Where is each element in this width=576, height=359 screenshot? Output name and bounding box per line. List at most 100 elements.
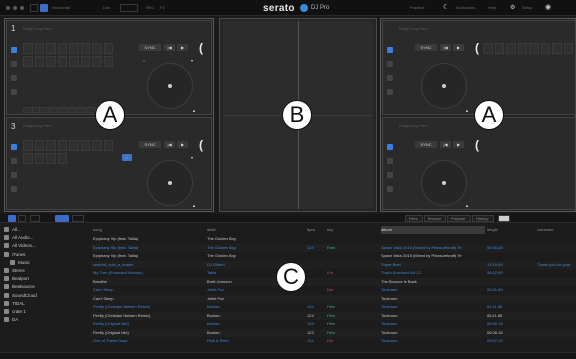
sidebar-item[interactable]: Beatsource [4,283,35,290]
loop-cell[interactable] [59,107,67,113]
column-header-key[interactable]: key [327,226,377,234]
sidebar-item[interactable]: All Audio... [4,234,33,241]
pad[interactable] [552,43,562,54]
pad[interactable] [69,56,79,67]
loop-cell[interactable] [41,107,49,113]
album-view-button[interactable] [72,215,84,222]
smart-crate-icon[interactable] [18,215,26,222]
table-row[interactable]: Can't Sleep Juliet Fox Toolroom [91,294,576,303]
crate-icon[interactable] [387,75,393,81]
table-row[interactable]: Firefly (Christian Nielsen Remix) Bontan 1… [91,311,576,320]
pad[interactable] [92,43,102,54]
sidebar-deck-icon[interactable] [11,144,17,150]
loop-icon[interactable] [11,186,17,192]
sidebar-item[interactable]: DA [4,316,18,323]
deck-title[interactable]: Drag Song Here [23,123,52,128]
table-row[interactable]: Epiphany Vip (feat. Taliia) The Golden Bo… [91,252,576,260]
tab-prepare-label[interactable]: Prepare [451,216,465,221]
panel-button[interactable] [120,4,138,12]
pad[interactable] [80,56,90,67]
play-button[interactable]: ▶ [453,44,464,51]
fx-label[interactable]: FX [160,5,165,10]
censor-icon[interactable]: ▾ [187,154,197,161]
pad[interactable] [57,140,67,151]
sidebar-item[interactable]: Beatport [4,275,29,282]
account-icon[interactable]: ◉ [545,3,551,11]
practice-label[interactable]: Practice [410,5,424,10]
layout-mode-label[interactable]: Horizontal [52,5,70,10]
pad[interactable] [540,43,550,54]
pad[interactable] [80,140,90,151]
sync-button[interactable]: SYNC [139,141,161,148]
table-row[interactable]: Firefly (Original Mix) Bontan 123 F#m Toolro… [91,320,576,328]
play-button[interactable]: ▶ [177,141,188,148]
column-header-album[interactable]: album [381,226,485,234]
pad[interactable] [34,56,44,67]
exclusions-label[interactable]: Exclusions [456,5,475,10]
pad[interactable] [517,43,527,54]
tab-browse-label[interactable]: Browse [428,216,441,221]
loop-cell[interactable] [32,107,40,113]
pad[interactable] [69,43,79,54]
sidebar-deck-icon[interactable] [11,47,17,53]
search-icon[interactable] [498,215,510,222]
pad[interactable] [23,56,33,67]
window-close-icon[interactable] [6,6,10,10]
window-maximize-icon[interactable] [20,6,24,10]
pad[interactable] [46,43,56,54]
column-header-comment[interactable]: comment [537,226,576,234]
pad[interactable] [57,56,67,67]
eject-icon[interactable]: ▲ [190,107,198,114]
table-row[interactable]: seabird_solo_a_teaser DJ Gilbert Super Bes… [91,260,576,269]
crate-icon[interactable] [11,172,17,178]
sidebar-item[interactable]: crate 1 [4,308,26,315]
loop-cell[interactable] [23,107,31,113]
subcrate-icon[interactable] [30,215,40,222]
deck-layout-button[interactable] [30,4,38,12]
cue-button[interactable]: |◀ [440,141,451,148]
view-button[interactable] [55,215,69,222]
cue-button[interactable]: |◀ [440,44,451,51]
sidebar-item[interactable]: Stems [4,267,25,274]
pad[interactable] [46,56,56,67]
play-button[interactable]: ▶ [453,141,464,148]
sidebar-item[interactable]: SoundCloud [4,292,37,299]
loop-cell[interactable] [50,107,58,113]
pad[interactable] [103,140,113,151]
sidebar-deck-icon[interactable] [387,47,393,53]
gear-icon[interactable]: ⚙ [510,4,515,11]
tab-history-label[interactable]: History [476,216,488,221]
key-lock-icon[interactable]: ⇔ [122,154,132,161]
column-header-length[interactable]: length [487,226,535,234]
window-minimize-icon[interactable] [13,6,17,10]
loop-cell[interactable] [86,107,94,113]
eject-icon[interactable]: ▲ [463,107,471,114]
pad[interactable] [23,153,33,164]
pad[interactable] [103,43,113,54]
table-row[interactable]: Can't Sleep Juliet Fox Dm Toolroom 06:21.69 [91,286,576,294]
link-label[interactable]: Link [103,5,110,10]
list-icon[interactable] [387,61,393,67]
sidebar-deck-icon[interactable] [387,144,393,150]
pad[interactable] [69,140,79,151]
pad[interactable] [57,153,67,164]
list-icon[interactable] [387,158,393,164]
table-row[interactable]: Firefly (Original Mix) Bontan 123 F#m Toolro… [91,328,576,337]
add-crate-icon[interactable] [8,215,16,222]
sync-button[interactable]: SYNC [415,141,437,148]
sidebar-item[interactable]: iTunes [4,251,25,258]
loop-cell[interactable] [77,107,85,113]
pad[interactable] [46,140,56,151]
deck-title[interactable]: Drag Song Here [399,123,428,128]
sync-button[interactable]: SYNC [415,44,437,51]
sidebar-item[interactable]: Music [10,259,30,266]
deck-title[interactable]: Drag Song Here [399,26,428,31]
pad[interactable] [57,43,67,54]
pad[interactable] [80,43,90,54]
deck-title[interactable]: Drag Song Here [23,26,52,31]
key-lock-icon[interactable]: ⇔ [139,57,149,64]
pad[interactable] [23,43,33,54]
pad[interactable] [34,43,44,54]
censor-icon[interactable]: ▾ [187,57,197,64]
pad[interactable] [92,56,102,67]
